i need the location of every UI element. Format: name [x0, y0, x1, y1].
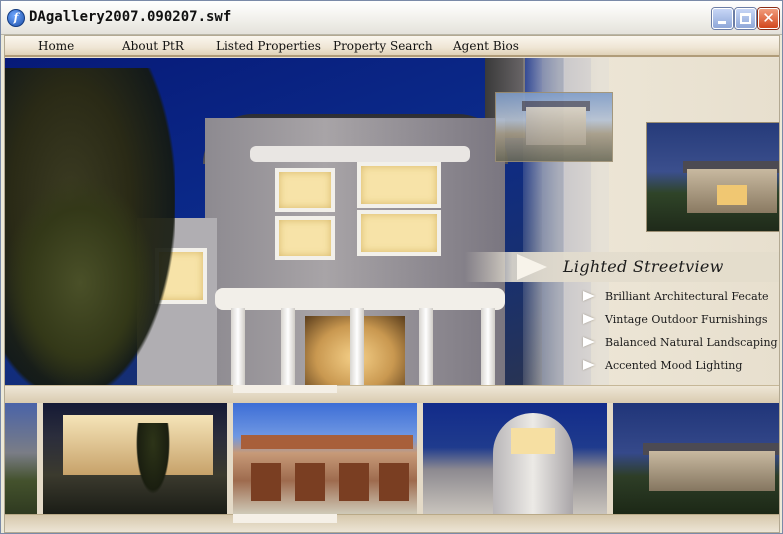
arrow-bullet-icon: [583, 360, 597, 370]
column: [231, 308, 245, 385]
app-window: f DAgallery2007.090207.swf ✕ Home About …: [0, 0, 783, 534]
arrow-bullet-icon: [583, 337, 597, 347]
nav-home[interactable]: Home: [38, 39, 74, 53]
nav-agent-bios[interactable]: Agent Bios: [453, 39, 519, 53]
window-mid-right: [357, 210, 441, 256]
flash-content: Home About PtR Listed Properties Propert…: [4, 35, 780, 533]
window-mid-left: [275, 216, 335, 260]
feature-text: Brilliant Architectural Fecate: [605, 290, 769, 303]
feature-item: Vintage Outdoor Furnishings: [583, 313, 779, 336]
window-upper-right: [357, 162, 441, 208]
footer-accent: [233, 514, 337, 523]
house-trim: [250, 146, 470, 162]
footer-band: [5, 514, 779, 532]
maximize-button[interactable]: [735, 8, 756, 29]
minimize-button[interactable]: [712, 8, 733, 29]
arrow-bullet-icon: [583, 314, 597, 324]
divider-accent: [233, 385, 337, 393]
preview-thumbnail-night[interactable]: [646, 122, 779, 232]
photo-caption: Lighted Streetview: [563, 257, 724, 276]
window-title: DAgallery2007.090207.swf: [29, 9, 232, 25]
feature-list: Brilliant Architectural Fecate Vintage O…: [583, 290, 779, 382]
flash-player-icon[interactable]: f: [7, 9, 25, 27]
nav-listed-properties[interactable]: Listed Properties: [216, 39, 321, 53]
column: [419, 308, 433, 385]
feature-item: Balanced Natural Landscaping: [583, 336, 779, 359]
feature-text: Balanced Natural Landscaping: [605, 336, 778, 349]
feature-item: Accented Mood Lighting: [583, 359, 779, 382]
gallery-strip: [5, 403, 779, 514]
gallery-thumb-4[interactable]: [423, 403, 607, 514]
gallery-thumb-2[interactable]: [43, 403, 227, 514]
preview-thumbnail-day[interactable]: [495, 92, 613, 162]
shrubbery: [5, 178, 155, 385]
minimize-icon: [718, 21, 726, 24]
feature-text: Vintage Outdoor Furnishings: [605, 313, 768, 326]
arrow-bullet-icon: [583, 291, 597, 301]
nav-property-search[interactable]: Property Search: [333, 39, 433, 53]
chevron-right-icon: [517, 254, 547, 280]
close-icon: ✕: [762, 9, 775, 27]
gallery-thumb-3[interactable]: [233, 403, 417, 514]
maximize-icon: [740, 13, 751, 24]
window-upper-left: [275, 168, 335, 212]
feature-item: Brilliant Architectural Fecate: [583, 290, 779, 313]
house-balcony: [215, 288, 505, 310]
column: [481, 308, 495, 385]
gallery-thumb-5[interactable]: [613, 403, 779, 514]
main-nav: Home About PtR Listed Properties Propert…: [5, 36, 779, 57]
hero-photo: Lighted Streetview Brilliant Architectur…: [5, 58, 779, 385]
column: [281, 308, 295, 385]
close-button[interactable]: ✕: [758, 8, 779, 29]
column: [350, 308, 364, 385]
gallery-thumb-1[interactable]: [5, 403, 37, 514]
divider-band: [5, 385, 779, 403]
feature-text: Accented Mood Lighting: [605, 359, 743, 372]
nav-about[interactable]: About PtR: [122, 39, 184, 53]
title-bar[interactable]: f DAgallery2007.090207.swf ✕: [1, 1, 782, 35]
